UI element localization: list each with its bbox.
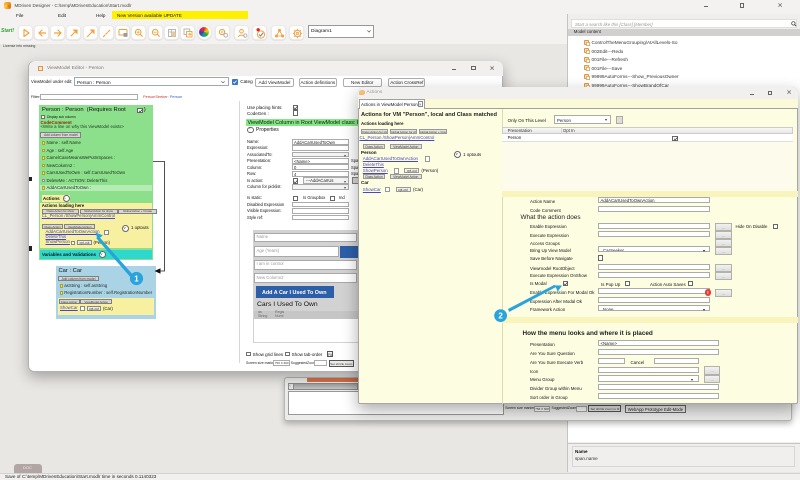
svg-text:1: 1 (134, 274, 139, 283)
svg-text:2: 2 (498, 311, 503, 320)
